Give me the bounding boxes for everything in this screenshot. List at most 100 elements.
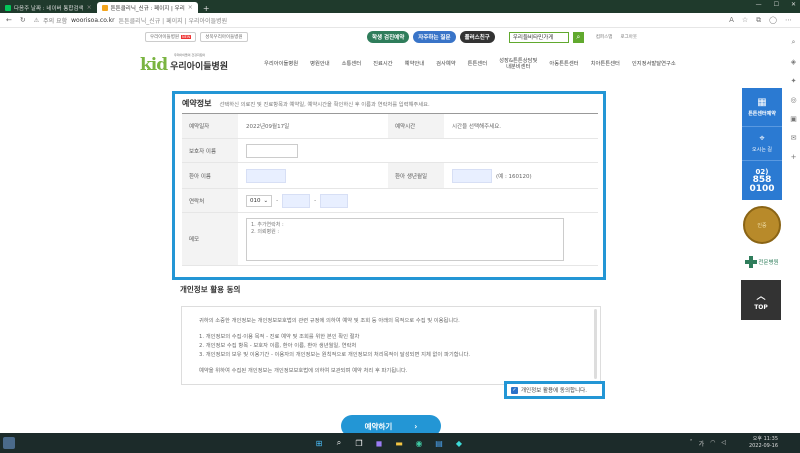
form-row-memo: 메모 1. 추가연락처 : 2. 의뢰병원 : — [182, 213, 598, 266]
volume-icon[interactable]: ◁ — [721, 439, 726, 448]
consent-scrollbar[interactable] — [594, 309, 597, 379]
form-header: 예약정보 선택하신 의료진 및 진료항목과 예약일, 예약시간을 확인하신 후 … — [182, 98, 430, 109]
nav-item[interactable]: 인지정서발달연구소 — [626, 61, 682, 70]
phone-separator: - — [314, 197, 317, 204]
chevron-up-icon: ︿ — [756, 292, 766, 302]
more-icon[interactable]: ⋯ — [785, 16, 792, 25]
time-select[interactable]: 시간을 선택해주세요. — [444, 114, 598, 138]
guardian-label: 보호자 이름 — [182, 139, 238, 162]
games-icon[interactable]: ◎ — [790, 96, 796, 104]
close-icon[interactable]: × — [87, 4, 92, 11]
nav-item[interactable]: 치아튼튼센터 — [585, 61, 626, 70]
nav-item[interactable]: 예약안내 — [399, 61, 431, 70]
top-links: 컴퍼스맵 로그아웃 — [596, 34, 637, 40]
close-window-icon[interactable]: ✕ — [791, 1, 796, 8]
minimize-icon[interactable]: — — [756, 1, 762, 8]
form-row-guardian: 보호자 이름 — [182, 139, 598, 163]
tools-icon[interactable]: ✦ — [791, 77, 797, 85]
security-warning: 주의 요함 — [43, 17, 68, 25]
add-icon[interactable]: + — [791, 153, 797, 161]
collections-icon[interactable]: ⧉ — [756, 16, 761, 25]
warning-icon: ⚠ — [33, 16, 40, 24]
sitemap-link[interactable]: 컴퍼스맵 — [596, 34, 613, 40]
site-logo[interactable]: kid 우리아이들의 건강지킴이 우리아이들병원 — [140, 53, 228, 75]
search-icon[interactable]: ⌕ — [792, 38, 796, 47]
store-icon[interactable]: ▤ — [432, 436, 446, 450]
certification-seal[interactable]: 인증 — [742, 203, 782, 247]
date-value: 2022년09월17일 — [246, 124, 290, 130]
clock[interactable]: 오후 11:35 2022-09-16 — [749, 436, 778, 450]
edge-icon[interactable]: ◉ — [412, 436, 426, 450]
quick-directions-button[interactable]: ⌖ 오시는 길 — [742, 126, 782, 160]
naver-icon — [5, 4, 11, 11]
consent-text-box[interactable]: 귀하의 소중한 개인정보는 개인정보보호법의 관련 규정에 의하여 예약 및 조… — [181, 306, 601, 385]
phone-prefix-value: 010 — [250, 197, 261, 204]
favorite-icon[interactable]: ☆ — [742, 16, 748, 25]
new-badge: NEW — [180, 35, 192, 39]
nav-item[interactable]: 검사예약 — [430, 61, 462, 70]
logo-mark: kid — [140, 55, 168, 75]
search-icon[interactable]: ⌕ — [332, 436, 346, 450]
browser-tab-title: 튼튼클리닉_신규 : 페이지 | 우리 — [110, 5, 185, 12]
mini-tab-main[interactable]: 우리아이들병원 NEW — [145, 32, 197, 42]
outlook-icon[interactable]: ✉ — [791, 134, 797, 142]
logout-link[interactable]: 로그아웃 — [620, 34, 637, 40]
app-icon[interactable]: ◆ — [452, 436, 466, 450]
url-text: woorisoa.co.kr — [71, 16, 115, 24]
wifi-icon[interactable]: ◠ — [710, 439, 715, 448]
nav-item[interactable]: 소통센터 — [336, 61, 368, 70]
chat-icon[interactable]: ◼ — [372, 436, 386, 450]
nav-item[interactable]: 병원안내 — [304, 61, 336, 70]
student-checkup-button[interactable]: 학생 검진예약 — [367, 31, 410, 43]
quick-phone[interactable]: 02) 858 0100 — [742, 160, 782, 200]
nav-item[interactable]: 우리아이들병원 — [258, 61, 304, 70]
guardian-name-input[interactable] — [246, 143, 298, 158]
scroll-top-button[interactable]: ︿ TOP — [741, 280, 781, 320]
browser-tab-0[interactable]: 다음주 날짜 : 네이버 통합검색 × — [0, 2, 97, 13]
refresh-icon[interactable]: ↻ — [20, 16, 26, 24]
faq-button[interactable]: 자주하는 질문 — [413, 31, 456, 43]
search-icon[interactable]: ⌕ — [572, 31, 584, 43]
back-icon[interactable]: ← — [6, 16, 12, 24]
mini-tab-label: 우리아이들병원 — [150, 35, 179, 40]
nav-item[interactable]: 아동튼튼센터 — [543, 61, 584, 70]
ime-icon[interactable]: 가 — [699, 439, 705, 448]
cross-icon — [745, 256, 758, 268]
nav-item[interactable]: 튼튼센터 — [462, 61, 494, 70]
form-description: 선택하신 의료진 및 진료항목과 예약일, 예약시간을 확인하신 후 이름과 연… — [219, 102, 430, 108]
nav-item[interactable]: 성장&튼튼상담및 내분비센터 — [493, 58, 543, 70]
form-table: 예약일자 2022년09월17일 예약시간 시간을 선택해주세요. 보호자 이름… — [182, 113, 598, 266]
explorer-icon[interactable]: ▬ — [392, 436, 406, 450]
site-search-input[interactable]: 우리들비타민가게 — [508, 31, 569, 43]
child-name-input[interactable] — [246, 168, 286, 183]
nav-item[interactable]: 진료시간 — [367, 61, 399, 70]
birth-input[interactable] — [452, 168, 492, 183]
address-field[interactable]: ⚠ 주의 요함 woorisoa.co.kr 튼튼클리닉_신규 | 페이지 | … — [34, 16, 227, 25]
phone-separator: - — [276, 197, 279, 204]
phone-last-input[interactable] — [320, 193, 349, 208]
chevron-up-icon[interactable]: ˄ — [690, 439, 693, 448]
phone-middle-input[interactable] — [282, 193, 311, 208]
read-aloud-icon[interactable]: A — [729, 16, 734, 25]
office-icon[interactable]: ▣ — [790, 115, 797, 123]
new-tab-button[interactable]: + — [198, 4, 215, 13]
specialty-hospital-badge[interactable]: 전문병원 — [742, 247, 782, 277]
profile-icon[interactable]: ◯ — [769, 16, 777, 25]
main-nav: 우리아이들병원 병원안내 소통센터 진료시간 예약안내 검사예약 튼튼센터 성장… — [258, 58, 682, 70]
phone-prefix-select[interactable]: 010 ⌄ — [246, 194, 273, 207]
date-label: 예약일자 — [182, 114, 238, 138]
quick-reserve-button[interactable]: ▦ 튼튼센터예약 — [742, 88, 782, 126]
browser-tab-1[interactable]: 튼튼클리닉_신규 : 페이지 | 우리 × — [96, 2, 198, 13]
system-tray: ˄ 가 ◠ ◁ — [690, 439, 726, 448]
task-view-icon[interactable]: ❐ — [352, 436, 366, 450]
check-icon[interactable]: ✓ — [511, 386, 518, 394]
close-icon[interactable]: × — [188, 4, 193, 11]
plus-friend-button[interactable]: 플러스친구 — [459, 31, 495, 43]
memo-textarea[interactable]: 1. 추가연락처 : 2. 의뢰병원 : — [246, 217, 564, 261]
mini-tab-seongbuk[interactable]: 성북우리아이들병원 — [200, 32, 248, 42]
maximize-icon[interactable]: ☐ — [774, 1, 779, 8]
tag-icon[interactable]: ◈ — [791, 58, 796, 66]
widgets-icon[interactable] — [3, 437, 15, 449]
consent-checkbox[interactable]: ✓ 개인정보 활용에 동의합니다. — [504, 381, 605, 399]
start-icon[interactable]: ⊞ — [312, 436, 326, 450]
